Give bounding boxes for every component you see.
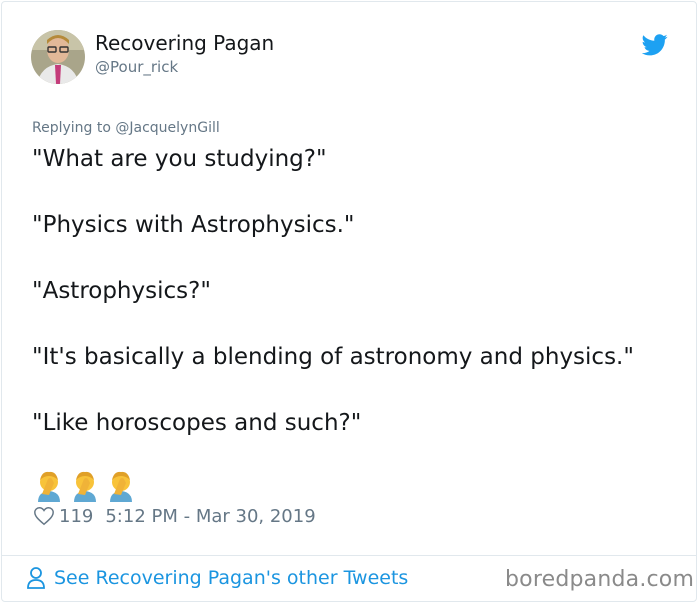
footer-divider [1,555,697,556]
emoji-row [34,470,136,502]
author-name[interactable]: Recovering Pagan [95,31,274,55]
facepalm-emoji [110,471,132,502]
watermark: boredpanda.com [505,567,695,592]
tweet-line: "What are you studying?" [32,146,327,172]
tweet-text: "What are you studying?" "Physics with A… [32,144,672,438]
like-count[interactable]: 119 [59,506,93,527]
avatar-photo [31,30,85,84]
twitter-bird-icon[interactable] [642,34,668,56]
person-icon [27,567,45,589]
author-handle[interactable]: @Pour_rick [95,58,178,76]
avatar[interactable] [31,30,85,84]
tweet-line: "Astrophysics?" [32,278,211,304]
tweet-line: "It's basically a blending of astronomy … [32,344,634,370]
tweet-meta: 119 5:12 PM - Mar 30, 2019 [33,505,316,527]
tweet-line: "Physics with Astrophysics." [32,212,355,238]
facepalm-emoji [38,471,60,502]
tweet-line: "Like horoscopes and such?" [32,410,362,436]
reply-context: Replying to @JacquelynGill [32,120,220,136]
heart-icon[interactable] [33,505,55,527]
see-other-tweets-label[interactable]: See Recovering Pagan's other Tweets [54,567,408,589]
reply-mention-link[interactable]: @JacquelynGill [115,120,219,136]
timestamp-link[interactable]: 5:12 PM - Mar 30, 2019 [105,506,315,527]
reply-prefix: Replying to [32,120,116,136]
facepalm-emoji [74,471,96,502]
see-other-tweets-link[interactable]: See Recovering Pagan's other Tweets [26,566,408,590]
